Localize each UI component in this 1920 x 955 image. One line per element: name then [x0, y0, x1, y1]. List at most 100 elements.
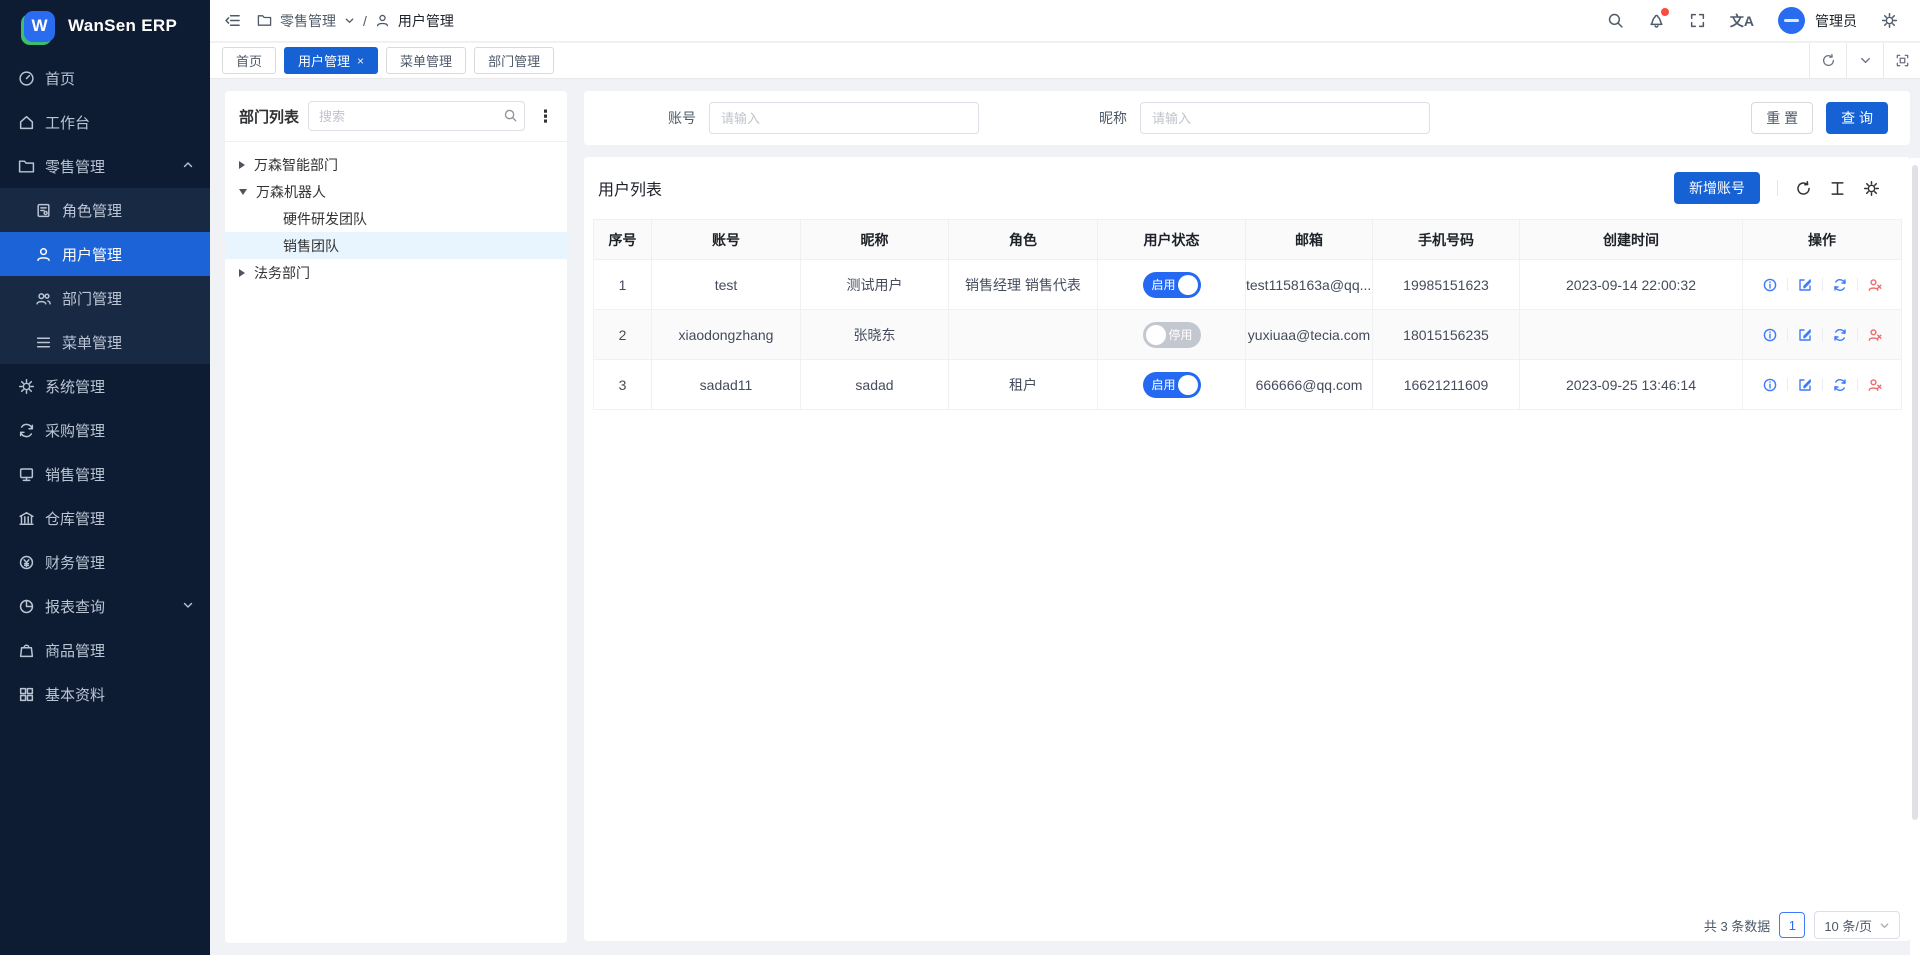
- user-list-title: 用户列表: [598, 176, 662, 200]
- cell-status: 启用: [1098, 360, 1246, 410]
- account-input[interactable]: [709, 102, 979, 134]
- status-toggle[interactable]: 启用: [1143, 372, 1201, 398]
- current-user-name[interactable]: 管理员: [1815, 11, 1857, 31]
- tab-bar: 首页 用户管理 菜单管理 部门管理: [210, 43, 1920, 79]
- status-toggle[interactable]: 停用: [1143, 322, 1201, 348]
- add-account-button[interactable]: 新增账号: [1674, 172, 1760, 204]
- info-icon[interactable]: [1762, 277, 1778, 293]
- remove-user-icon[interactable]: [1867, 277, 1883, 293]
- remove-user-icon[interactable]: [1867, 377, 1883, 393]
- settings-gear-icon[interactable]: [1881, 12, 1898, 29]
- tree-node-hardware-team[interactable]: 硬件研发团队: [225, 205, 567, 232]
- status-toggle[interactable]: 启用: [1143, 272, 1201, 298]
- sidebar-item-role-mgmt[interactable]: 角色管理: [0, 188, 210, 232]
- sidebar-item-basic-data[interactable]: 基本资料: [0, 672, 210, 716]
- edit-icon[interactable]: [1797, 377, 1813, 393]
- table-row: 2 xiaodongzhang 张晓东 停用 yuxiuaa@tecia.com…: [594, 310, 1902, 360]
- tree-node-label: 硬件研发团队: [283, 209, 367, 229]
- page-number-button[interactable]: 1: [1779, 912, 1805, 938]
- chevron-down-icon[interactable]: [344, 13, 355, 29]
- terminal-icon: [18, 466, 35, 483]
- edit-icon[interactable]: [1797, 277, 1813, 293]
- nickname-input[interactable]: [1140, 102, 1430, 134]
- tree-node-legal-dept[interactable]: 法务部门: [225, 259, 567, 286]
- info-icon[interactable]: [1762, 377, 1778, 393]
- cell-index: 3: [594, 360, 652, 410]
- reset-password-icon[interactable]: [1832, 277, 1848, 293]
- sidebar-item-dept-mgmt[interactable]: 部门管理: [0, 276, 210, 320]
- sidebar-item-label: 商品管理: [45, 640, 105, 661]
- sidebar-item-warehouse-mgmt[interactable]: 仓库管理: [0, 496, 210, 540]
- reset-button[interactable]: 重 置: [1751, 102, 1813, 134]
- reset-password-icon[interactable]: [1832, 327, 1848, 343]
- caret-expanded-icon[interactable]: [239, 189, 247, 195]
- sidebar-item-label: 报表查询: [45, 596, 105, 617]
- divider: [1787, 378, 1788, 391]
- cell-account: sadad11: [652, 360, 801, 410]
- avatar[interactable]: [1778, 7, 1805, 34]
- breadcrumb-section[interactable]: 零售管理: [280, 11, 336, 31]
- search-icon[interactable]: [503, 108, 518, 128]
- fullscreen-icon[interactable]: [1689, 12, 1706, 29]
- sidebar-item-workbench[interactable]: 工作台: [0, 100, 210, 144]
- row-height-icon[interactable]: [1829, 180, 1846, 197]
- info-icon[interactable]: [1762, 327, 1778, 343]
- sidebar-item-menu-mgmt[interactable]: 菜单管理: [0, 320, 210, 364]
- divider: [1787, 328, 1788, 341]
- total-count-text: 共 3 条数据: [1704, 916, 1770, 935]
- tree-node-sales-team[interactable]: 销售团队: [225, 232, 567, 259]
- tab-user-mgmt[interactable]: 用户管理: [284, 47, 378, 74]
- tab-label: 部门管理: [488, 51, 540, 70]
- close-icon[interactable]: [357, 55, 364, 67]
- caret-collapsed-icon[interactable]: [239, 269, 245, 277]
- col-nickname: 昵称: [801, 220, 949, 260]
- maximize-icon[interactable]: [1883, 43, 1920, 78]
- sidebar-item-finance-mgmt[interactable]: 财务管理: [0, 540, 210, 584]
- cell-phone: 18015156235: [1373, 310, 1520, 360]
- cell-roles: 销售经理 销售代表: [949, 260, 1098, 310]
- sidebar-item-purchase-mgmt[interactable]: 采购管理: [0, 408, 210, 452]
- refresh-tab-icon[interactable]: [1809, 43, 1846, 78]
- chevron-down-icon[interactable]: [1846, 43, 1883, 78]
- divider: [1857, 278, 1858, 291]
- sidebar-item-user-mgmt[interactable]: 用户管理: [0, 232, 210, 276]
- divider: [1787, 278, 1788, 291]
- money-icon: [18, 554, 35, 571]
- cell-created: 2023-09-25 13:46:14: [1520, 360, 1743, 410]
- tab-dept-mgmt[interactable]: 部门管理: [474, 47, 554, 74]
- sidebar-item-goods-mgmt[interactable]: 商品管理: [0, 628, 210, 672]
- collapse-sidebar-icon[interactable]: [224, 12, 241, 29]
- sidebar-item-system-mgmt[interactable]: 系统管理: [0, 364, 210, 408]
- tree-node-wansen-robot[interactable]: 万森机器人: [225, 178, 567, 205]
- cell-actions: [1743, 360, 1902, 410]
- edit-icon[interactable]: [1797, 327, 1813, 343]
- scrollbar-thumb[interactable]: [1912, 165, 1918, 820]
- scrollbar-track[interactable]: [1910, 158, 1920, 955]
- home-icon: [18, 114, 35, 131]
- breadcrumb-page: 用户管理: [398, 11, 454, 31]
- tab-menu-mgmt[interactable]: 菜单管理: [386, 47, 466, 74]
- sidebar: W WanSen ERP 首页 工作台 零售管理 角色管理 用户管理: [0, 0, 210, 955]
- col-actions: 操作: [1743, 220, 1902, 260]
- sidebar-item-retail-mgmt[interactable]: 零售管理: [0, 144, 210, 188]
- department-panel-title: 部门列表: [239, 106, 299, 127]
- tree-node-label: 万森智能部门: [254, 155, 338, 175]
- column-settings-gear-icon[interactable]: [1863, 180, 1880, 197]
- sidebar-item-report-query[interactable]: 报表查询: [0, 584, 210, 628]
- sidebar-item-sales-mgmt[interactable]: 销售管理: [0, 452, 210, 496]
- refresh-table-icon[interactable]: [1795, 180, 1812, 197]
- sidebar-item-label: 财务管理: [45, 552, 105, 573]
- query-button[interactable]: 查 询: [1826, 102, 1888, 134]
- page-size-select[interactable]: 10 条/页: [1814, 911, 1900, 939]
- caret-collapsed-icon[interactable]: [239, 161, 245, 169]
- translate-icon[interactable]: [1730, 11, 1754, 31]
- reset-password-icon[interactable]: [1832, 377, 1848, 393]
- sidebar-item-home[interactable]: 首页: [0, 56, 210, 100]
- search-icon[interactable]: [1607, 12, 1624, 29]
- tree-node-wansen-ai[interactable]: 万森智能部门: [225, 151, 567, 178]
- department-search-input[interactable]: [308, 101, 525, 131]
- tab-home[interactable]: 首页: [222, 47, 276, 74]
- more-options-icon[interactable]: [534, 108, 557, 125]
- notification-bell-icon[interactable]: [1648, 12, 1665, 29]
- remove-user-icon[interactable]: [1867, 327, 1883, 343]
